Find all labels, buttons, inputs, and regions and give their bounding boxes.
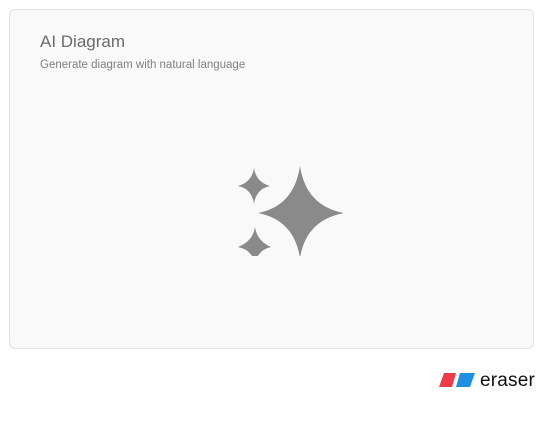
ai-diagram-card[interactable]: AI Diagram Generate diagram with natural… xyxy=(9,9,534,349)
sparkles-icon xyxy=(228,156,343,256)
card-title: AI Diagram xyxy=(40,32,126,51)
eraser-logo-icon xyxy=(438,373,475,387)
large-sparkle-icon xyxy=(258,166,343,256)
small-sparkle-bottom-icon xyxy=(238,227,271,256)
small-sparkle-top-icon xyxy=(238,168,270,204)
card-subtitle: Generate diagram with natural language xyxy=(40,59,246,71)
brand-name: eraser xyxy=(479,369,535,391)
eraser-logo[interactable]: eraser xyxy=(438,366,535,394)
